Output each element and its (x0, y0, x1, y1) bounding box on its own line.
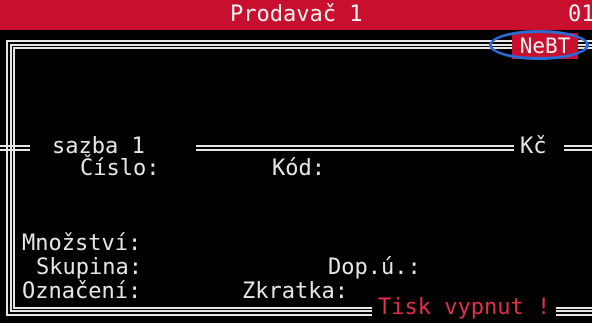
terminal-number: 01 (568, 2, 592, 27)
divider-middle (196, 145, 514, 151)
divider-left (0, 145, 30, 151)
currency-label: Kč (520, 134, 547, 159)
oznaceni-label: Označení: (22, 279, 142, 304)
skupina-label: Skupina: (36, 255, 142, 280)
mnozstvi-label: Množství: (22, 231, 142, 256)
kod-label: Kód: (272, 156, 325, 181)
cislo-label: Číslo: (80, 156, 160, 181)
divider-right (564, 145, 592, 151)
top-rule (12, 40, 512, 46)
title-bar: Prodavač 1 01 (0, 0, 592, 30)
zkratka-label: Zkratka: (242, 279, 348, 304)
dop-u-label: Dop.ú.: (328, 255, 421, 280)
highlight-ring (489, 30, 589, 60)
print-status-message: Tisk vypnut ! (372, 296, 557, 320)
seller-title: Prodavač 1 (230, 2, 363, 27)
